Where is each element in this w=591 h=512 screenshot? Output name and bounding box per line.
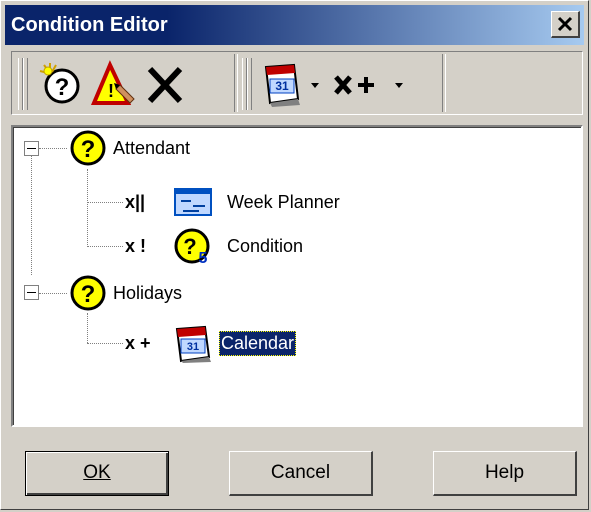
operator-button[interactable] — [330, 59, 390, 109]
tree-node-condition[interactable]: x ! ? 5 Condition — [125, 227, 303, 265]
condition-icon: ? 5 — [174, 228, 210, 265]
tree-line — [39, 293, 67, 294]
calendar-button[interactable]: 31 — [260, 59, 304, 109]
svg-text:31: 31 — [187, 341, 199, 353]
calendar-icon: 31 — [175, 325, 211, 363]
calendar-icon: 31 — [264, 63, 300, 107]
svg-text:?: ? — [183, 234, 196, 259]
tree-line — [87, 343, 123, 344]
ok-button[interactable]: OK — [25, 451, 169, 496]
ok-label: OK — [83, 462, 111, 483]
tree-line — [87, 202, 123, 203]
tree-node-calendar[interactable]: x + 31 Calendar — [125, 323, 297, 363]
svg-text:?: ? — [81, 136, 96, 163]
tree-node-holidays[interactable]: ? Holidays — [69, 275, 182, 311]
operator-icon — [334, 75, 374, 95]
week-planner-icon — [174, 188, 212, 216]
svg-text:!: ! — [108, 81, 114, 101]
tree-line — [39, 148, 67, 149]
operator-prefix: x|| — [125, 191, 146, 212]
condition-tree[interactable]: ? Attendant x|| Week Planner x ! ? 5 Con… — [11, 125, 583, 427]
tree-node-label: Week Planner — [227, 191, 340, 212]
tree-line — [87, 313, 88, 343]
tree-node-label: Condition — [227, 235, 304, 256]
new-condition-button[interactable]: ? — [36, 59, 84, 109]
svg-text:31: 31 — [275, 79, 289, 93]
toolbar-separator — [234, 54, 238, 112]
operator-prefix: x + — [125, 332, 151, 353]
tree-node-label: Attendant — [113, 137, 191, 158]
edit-condition-icon: ! — [90, 60, 135, 105]
edit-condition-button[interactable]: ! — [90, 59, 138, 109]
question-icon: ? — [70, 275, 106, 311]
tree-node-attendant[interactable]: ? Attendant — [69, 130, 190, 166]
title-bar: Condition Editor — [5, 5, 584, 45]
new-condition-icon: ? — [39, 63, 80, 104]
svg-text:?: ? — [55, 74, 70, 101]
calendar-dropdown-arrow[interactable] — [310, 59, 326, 109]
chevron-down-icon — [311, 83, 319, 88]
delete-icon — [147, 66, 183, 104]
svg-text:5: 5 — [199, 250, 208, 265]
cancel-label: Cancel — [270, 462, 331, 483]
help-button[interactable]: Help — [433, 451, 577, 496]
toolbar: ? ! 31 — [11, 51, 583, 115]
collapse-holidays-toggle[interactable] — [24, 285, 39, 300]
cancel-button[interactable]: Cancel — [229, 451, 373, 496]
operator-prefix: x ! — [125, 235, 147, 256]
tree-node-label: Holidays — [113, 282, 183, 303]
chevron-down-icon — [395, 83, 403, 88]
close-button[interactable] — [551, 11, 580, 38]
tree-node-week-planner[interactable]: x|| Week Planner — [125, 185, 340, 219]
close-icon — [557, 16, 573, 32]
collapse-attendant-toggle[interactable] — [24, 141, 39, 156]
toolbar-grip — [247, 58, 252, 110]
tree-line — [87, 246, 123, 247]
tree-line — [31, 155, 32, 275]
toolbar-grip — [23, 58, 28, 110]
help-label: Help — [484, 462, 525, 483]
operator-dropdown-arrow[interactable] — [394, 59, 410, 109]
condition-editor-window: Condition Editor ? ! 31 ? Attendant x|| … — [0, 0, 589, 510]
svg-text:?: ? — [81, 281, 96, 308]
toolbar-separator — [442, 54, 446, 112]
tree-node-label: Calendar — [219, 330, 297, 356]
tree-line — [87, 169, 88, 247]
delete-button[interactable] — [144, 59, 186, 109]
window-title: Condition Editor — [11, 14, 168, 36]
question-icon: ? — [70, 130, 106, 166]
